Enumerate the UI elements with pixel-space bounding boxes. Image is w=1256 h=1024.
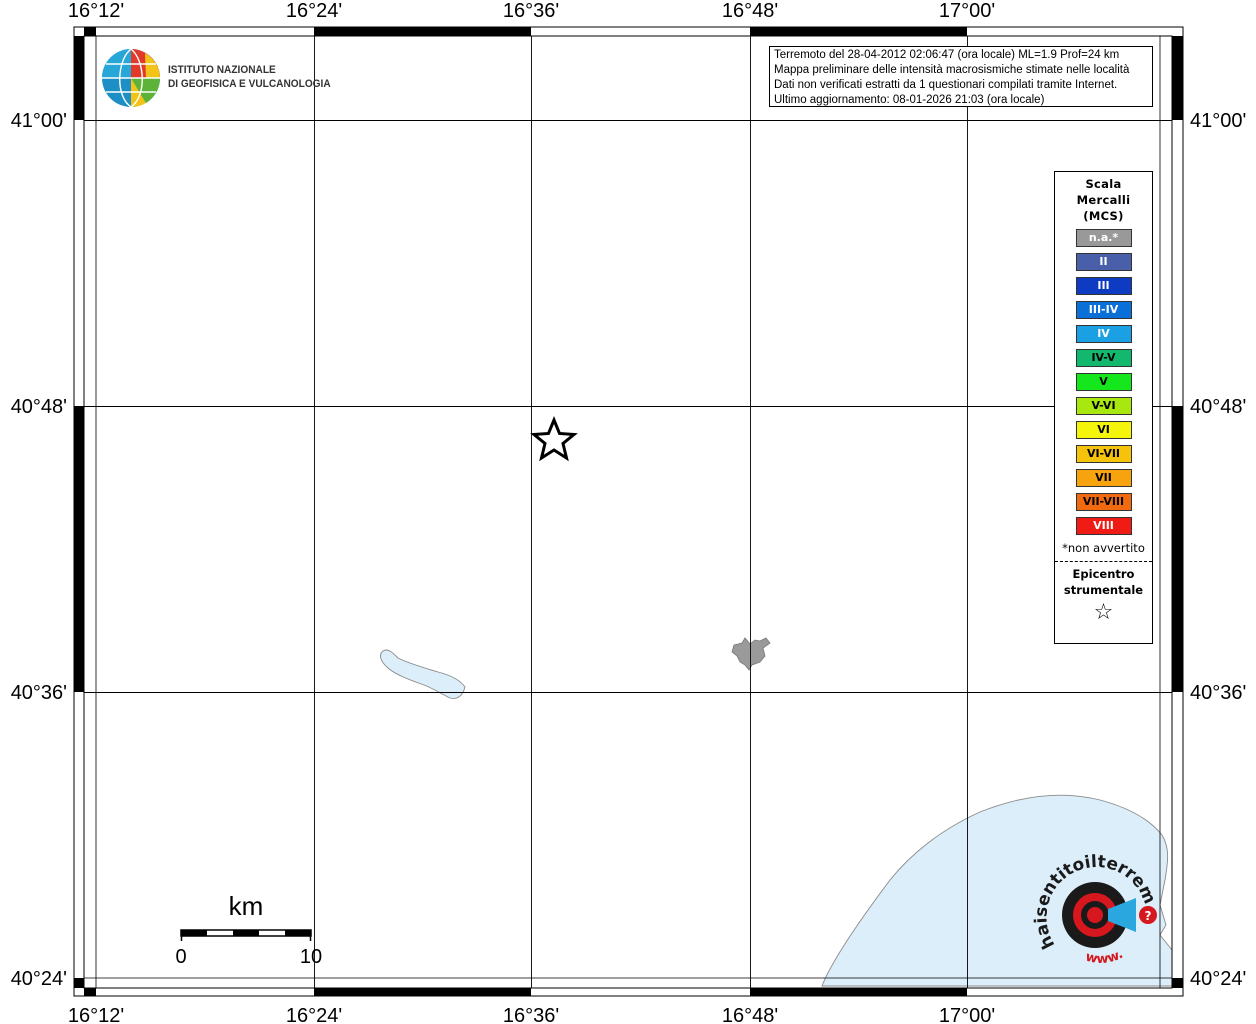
- legend-title-line2: Mercalli: [1076, 193, 1131, 207]
- lat-label-right: 41°00': [1190, 110, 1246, 132]
- epicenter-star-icon: [530, 416, 578, 462]
- legend-item-intensity: IV: [1075, 325, 1132, 343]
- legend-item-intensity: IV-V: [1075, 349, 1132, 367]
- ingv-globe-logo-icon: [102, 48, 161, 108]
- legend-item-intensity: VIII: [1075, 517, 1132, 535]
- legend-title: Scala Mercalli (MCS): [1055, 176, 1152, 224]
- scale-end-label: 10: [300, 946, 322, 968]
- legend-epicenter-line1: Epicentro: [1072, 567, 1135, 581]
- legend-item-intensity: II: [1075, 253, 1132, 271]
- svg-text:haisentitoilterremoto.it: haisentitoilterremoto.it: [0, 0, 1160, 952]
- legend-title-line1: Scala: [1085, 177, 1122, 191]
- lon-label-top: 17°00': [939, 0, 995, 22]
- lon-label-bottom: 16°12': [68, 1005, 124, 1024]
- lon-label-bottom: 16°48': [722, 1005, 778, 1024]
- legend-epicenter-label: Epicentro strumentale: [1055, 566, 1152, 598]
- lon-label-bottom: 16°36': [503, 1005, 559, 1024]
- ingv-institute-name: ISTITUTO NAZIONALE DI GEOFISICA E VULCAN…: [168, 63, 331, 91]
- lat-label-left: 41°00': [11, 110, 67, 132]
- lon-label-top: 16°12': [68, 0, 124, 22]
- lat-label-left: 40°36': [11, 682, 67, 704]
- ingv-name-line2: DI GEOFISICA E VULCANOLOGIA: [168, 78, 331, 90]
- scale-bar: km 0 10: [175, 891, 322, 968]
- legend-note: *non avvertito: [1062, 541, 1145, 555]
- lat-labels-right: 41°00' 40°48' 40°36' 40°24': [1190, 110, 1246, 990]
- svg-text:?: ?: [1145, 909, 1152, 923]
- lat-label-right: 40°48': [1190, 396, 1246, 418]
- info-line-update: Ultimo aggiornamento: 08-01-2026 21:03 (…: [774, 94, 1045, 106]
- legend-item-intensity: VI: [1075, 421, 1132, 439]
- lat-label-left: 40°24': [11, 968, 67, 990]
- hsit-logo-text: haisentitoilterremoto.it: [0, 0, 1160, 952]
- lat-label-right: 40°24': [1190, 968, 1246, 990]
- lat-labels-left: 41°00' 40°48' 40°36' 40°24': [11, 110, 67, 990]
- lon-label-bottom: 17°00': [939, 1005, 995, 1024]
- legend-item-intensity: n.a.*: [1075, 229, 1132, 247]
- legend-item-intensity: III: [1075, 277, 1132, 295]
- scale-start-label: 0: [175, 946, 186, 968]
- legend-title-line3: (MCS): [1083, 209, 1124, 223]
- lat-label-left: 40°48': [11, 396, 67, 418]
- info-line-event: Terremoto del 28-04-2012 02:06:47 (ora l…: [774, 49, 1120, 61]
- info-line-description: Mappa preliminare delle intensità macros…: [774, 64, 1130, 76]
- legend-items: n.a.* II III III-IV IV IV-V V V-VI VI VI-VII VII VI…: [1055, 229, 1152, 535]
- legend-item-intensity: V: [1075, 373, 1132, 391]
- mcs-scale-legend: Scala Mercalli (MCS) n.a.* II III III-IV IV I…: [1054, 171, 1153, 644]
- legend-divider: [1055, 561, 1152, 562]
- legend-item-intensity: VII: [1075, 469, 1132, 487]
- legend-item-intensity: VI-VII: [1075, 445, 1132, 463]
- legend-star-icon: ☆: [1093, 600, 1114, 625]
- lon-label-top: 16°48': [722, 0, 778, 22]
- scale-unit-label: km: [229, 891, 264, 921]
- legend-epicenter-line2: strumentale: [1063, 583, 1144, 597]
- lon-labels-bottom: 16°12' 16°24' 16°36' 16°48' 17°00': [68, 1005, 995, 1024]
- town-area-matera: [731, 637, 771, 671]
- info-line-data-source: Dati non verificati estratti da 1 questi…: [774, 79, 1118, 91]
- lon-label-top: 16°36': [503, 0, 559, 22]
- lake-serra-del-corvo: [380, 649, 466, 699]
- lon-label-top: 16°24': [286, 0, 342, 22]
- legend-item-intensity: VII-VIII: [1075, 493, 1132, 511]
- legend-item-intensity: III-IV: [1075, 301, 1132, 319]
- earthquake-info-box: Terremoto del 28-04-2012 02:06:47 (ora l…: [769, 46, 1153, 107]
- lat-label-right: 40°36': [1190, 682, 1246, 704]
- lon-label-bottom: 16°24': [286, 1005, 342, 1024]
- ingv-name-line1: ISTITUTO NAZIONALE: [168, 64, 276, 76]
- legend-item-intensity: V-VI: [1075, 397, 1132, 415]
- lon-labels-top: 16°12' 16°24' 16°36' 16°48' 17°00': [68, 0, 995, 22]
